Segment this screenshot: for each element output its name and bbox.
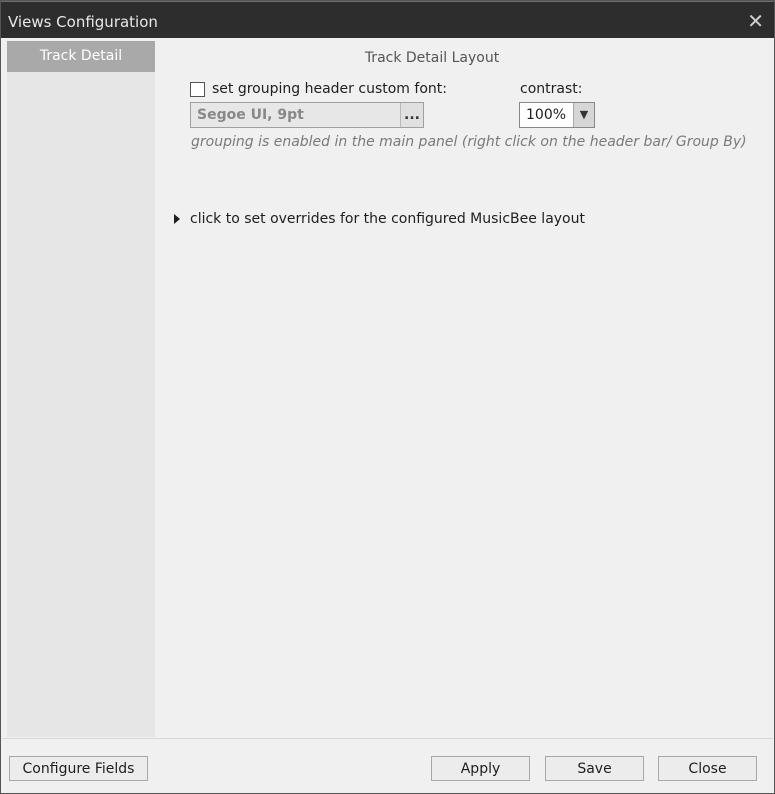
- overrides-expander[interactable]: click to set overrides for the configure…: [174, 211, 585, 227]
- grouping-hint: grouping is enabled in the main panel (r…: [191, 134, 747, 150]
- window-title: Views Configuration: [8, 13, 158, 31]
- contrast-label: contrast:: [520, 81, 583, 97]
- chevron-down-icon[interactable]: ▼: [573, 103, 594, 127]
- views-configuration-window: Views Configuration ✕ Track Detail Track…: [0, 0, 775, 794]
- save-button[interactable]: Save: [545, 756, 644, 781]
- custom-font-option: set grouping header custom font:: [190, 81, 447, 97]
- track-detail-panel: Track Detail Layout set grouping header …: [156, 41, 774, 737]
- custom-font-checkbox-label[interactable]: set grouping header custom font:: [212, 81, 447, 97]
- close-icon[interactable]: ✕: [747, 9, 764, 33]
- footer-divider: [2, 738, 773, 739]
- expand-triangle-icon[interactable]: [174, 214, 180, 224]
- title-bar: Views Configuration ✕: [1, 1, 774, 38]
- font-field: Segoe UI, 9pt ...: [190, 102, 424, 128]
- sidebar: Track Detail: [7, 41, 155, 737]
- section-heading: Track Detail Layout: [364, 50, 500, 66]
- font-value: Segoe UI, 9pt: [197, 107, 304, 123]
- contrast-dropdown[interactable]: 100% ▼: [519, 102, 595, 128]
- configure-fields-button[interactable]: Configure Fields: [9, 756, 148, 781]
- overrides-label[interactable]: click to set overrides for the configure…: [190, 211, 585, 227]
- close-button[interactable]: Close: [658, 756, 757, 781]
- custom-font-checkbox[interactable]: [190, 81, 205, 97]
- apply-button[interactable]: Apply: [431, 756, 530, 781]
- sidebar-item-track-detail[interactable]: Track Detail: [7, 41, 155, 72]
- font-browse-button[interactable]: ...: [400, 103, 423, 127]
- contrast-value: 100%: [526, 107, 567, 123]
